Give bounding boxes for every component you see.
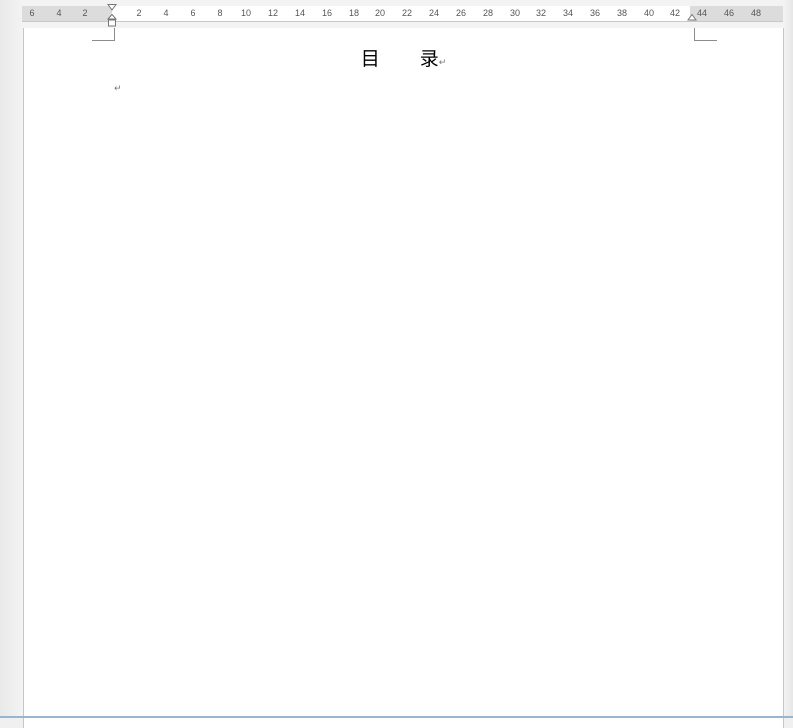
ruler-tick: 30 (509, 8, 521, 18)
ruler-tick: 2 (136, 8, 142, 18)
paragraph-mark-icon: ↵ (114, 84, 122, 94)
ruler-tick: 44 (696, 8, 708, 18)
ruler-tick: 22 (401, 8, 413, 18)
ruler-tick: 8 (217, 8, 223, 18)
hanging-indent-marker[interactable] (107, 14, 117, 29)
ruler-tick: 6 (29, 8, 35, 18)
ruler-tick: 2 (82, 8, 88, 18)
ruler-tick: 34 (562, 8, 574, 18)
document-page[interactable]: 目录↵ ↵ (23, 28, 784, 728)
toc-heading-char: 目 (360, 48, 380, 70)
first-line-indent-marker[interactable] (107, 4, 117, 13)
paragraph-mark-icon: ↵ (438, 58, 447, 68)
empty-paragraph[interactable]: ↵ (114, 78, 122, 96)
ruler-tick: 12 (267, 8, 279, 18)
ruler-tick: 26 (455, 8, 467, 18)
ruler-tick: 18 (348, 8, 360, 18)
document-workspace: 6 4 2 2 4 6 8 10 12 14 16 18 20 22 24 26… (0, 0, 793, 728)
ruler-tick: 38 (616, 8, 628, 18)
ruler-tick: 28 (482, 8, 494, 18)
ruler-tick: 4 (56, 8, 62, 18)
margin-corner-right (694, 28, 717, 41)
toc-heading: 目 录↵ (24, 44, 783, 71)
ruler-tick: 20 (374, 8, 386, 18)
ruler-tick: 4 (163, 8, 169, 18)
ruler-tick: 32 (535, 8, 547, 18)
ruler-tick: 42 (669, 8, 681, 18)
ruler-tick: 36 (589, 8, 601, 18)
horizontal-ruler[interactable]: 6 4 2 2 4 6 8 10 12 14 16 18 20 22 24 26… (22, 4, 783, 27)
ruler-tick: 48 (750, 8, 762, 18)
ruler-tick: 10 (240, 8, 252, 18)
ruler-tick: 16 (321, 8, 333, 18)
margin-corner-left (92, 28, 115, 41)
toc-heading-char: 录 (419, 48, 439, 70)
ruler-tick: 46 (723, 8, 735, 18)
ruler-tick: 6 (190, 8, 196, 18)
ruler-tick: 14 (294, 8, 306, 18)
ruler-tick: 24 (428, 8, 440, 18)
right-indent-marker[interactable] (687, 14, 697, 22)
ruler-tick: 40 (643, 8, 655, 18)
